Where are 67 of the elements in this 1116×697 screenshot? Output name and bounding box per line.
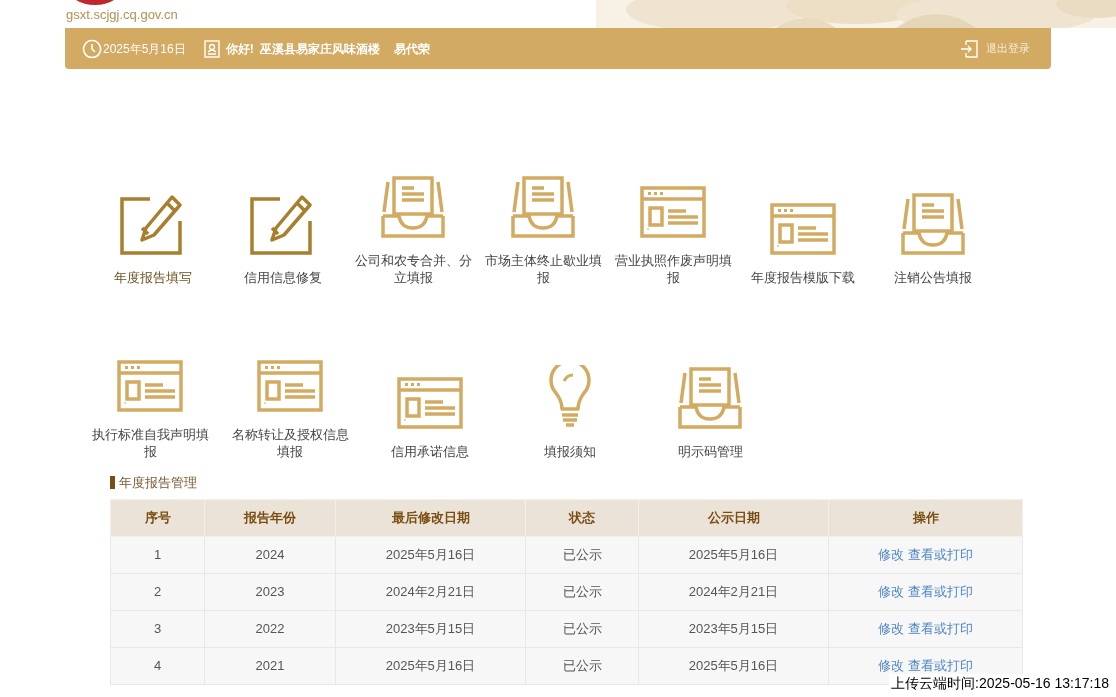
menu-item[interactable]: 市场主体终止歇业填报 <box>478 166 608 286</box>
column-header: 序号 <box>110 499 205 536</box>
column-header: 报告年份 <box>204 499 336 536</box>
view-print-link[interactable]: 查看或打印 <box>908 583 973 599</box>
menu-item[interactable]: 填报须知 <box>500 336 640 460</box>
edit-link[interactable]: 修改 <box>878 657 904 673</box>
table-cell: 2025年5月16日 <box>335 536 526 573</box>
menu-item[interactable]: 年度报告填写 <box>88 166 218 286</box>
form-icon <box>770 203 836 255</box>
menu-item[interactable]: 明示码管理 <box>640 336 780 460</box>
form-icon <box>640 186 706 238</box>
edit-link[interactable]: 修改 <box>878 620 904 636</box>
menu-item[interactable]: 注销公告填报 <box>868 166 998 286</box>
table-cell: 3 <box>110 610 205 647</box>
site-url: gsxt.scjgj.cq.gov.cn <box>66 6 178 24</box>
table-cell: 4 <box>110 647 205 684</box>
view-print-link[interactable]: 查看或打印 <box>908 657 973 673</box>
upload-time: 上传云端时间:2025-05-16 13:17:18 <box>889 674 1111 692</box>
column-header: 操作 <box>828 499 1023 536</box>
form-icon <box>397 377 463 429</box>
table-cell: 2024年2月21日 <box>638 573 829 610</box>
table-cell: 2024 <box>204 536 336 573</box>
table-cell: 2023年5月15日 <box>638 610 829 647</box>
logout-icon <box>960 39 978 58</box>
menu-item[interactable]: 营业执照作废声明填报 <box>608 166 738 286</box>
table-cell: 2023 <box>204 573 336 610</box>
edit-link[interactable]: 修改 <box>878 583 904 599</box>
date-text: 2025年5月16日 <box>103 40 186 58</box>
column-header: 状态 <box>525 499 639 536</box>
inbox-icon <box>677 367 743 429</box>
menu-item[interactable]: 执行标准自我声明填报 <box>80 336 220 460</box>
menu-item[interactable]: 名称转让及授权信息填报 <box>220 336 360 460</box>
table-cell: 1 <box>110 536 205 573</box>
greeting-text: 你好! <box>225 40 254 58</box>
table-cell: 已公示 <box>525 573 639 610</box>
table-cell: 2 <box>110 573 205 610</box>
menu-item[interactable]: 信用信息修复 <box>218 166 348 286</box>
edit-link[interactable]: 修改 <box>878 546 904 562</box>
view-print-link[interactable]: 查看或打印 <box>908 620 973 636</box>
table-cell: 2023年5月15日 <box>335 610 526 647</box>
clock-icon <box>82 38 102 59</box>
table-cell: 已公示 <box>525 610 639 647</box>
table-cell: 2022 <box>204 610 336 647</box>
table-cell: 2025年5月16日 <box>335 647 526 684</box>
form-icon <box>117 360 183 412</box>
company-name: 巫溪县易家庄风味酒楼 <box>259 40 380 58</box>
menu-item[interactable]: 公司和农专合并、分立填报 <box>348 166 478 286</box>
user-icon <box>203 39 220 58</box>
column-header: 公示日期 <box>638 499 829 536</box>
table-cell: 已公示 <box>525 536 639 573</box>
table-cell: 2025年5月16日 <box>638 536 829 573</box>
table-cell: 已公示 <box>525 647 639 684</box>
inbox-icon <box>900 193 966 255</box>
view-print-link[interactable]: 查看或打印 <box>908 546 973 562</box>
column-header: 最后修改日期 <box>335 499 526 536</box>
form-icon <box>257 360 323 412</box>
menu-item[interactable]: 年度报告模版下载 <box>738 166 868 286</box>
menu-item[interactable]: 信用承诺信息 <box>360 336 500 460</box>
section-marker <box>110 476 115 490</box>
lightbulb-icon <box>548 365 592 429</box>
table-cell: 2025年5月16日 <box>638 647 829 684</box>
section-title: 年度报告管理 <box>119 474 197 492</box>
table-cell: 2021 <box>204 647 336 684</box>
inbox-icon <box>380 176 446 238</box>
inbox-icon <box>510 176 576 238</box>
user-name: 易代荣 <box>393 40 430 58</box>
table-cell: 2024年2月21日 <box>335 573 526 610</box>
